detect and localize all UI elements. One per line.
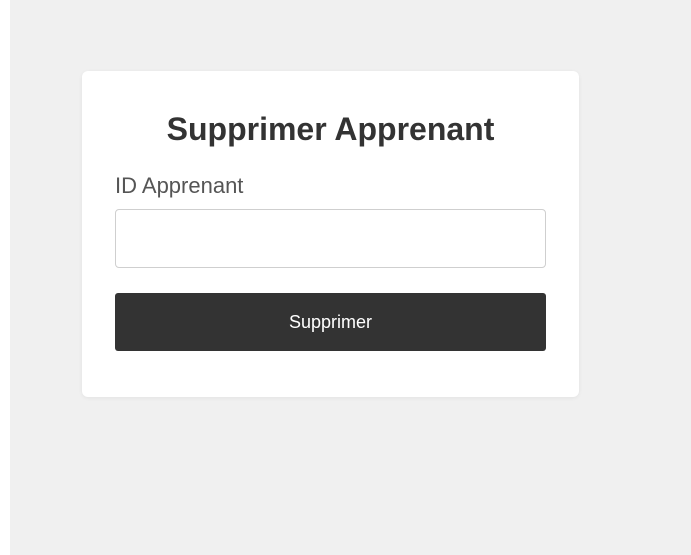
id-apprenant-input[interactable] bbox=[115, 209, 546, 268]
page-background: Supprimer Apprenant ID Apprenant Supprim… bbox=[10, 0, 691, 555]
supprimer-button[interactable]: Supprimer bbox=[115, 293, 546, 351]
id-apprenant-label: ID Apprenant bbox=[115, 173, 244, 198]
form-title: Supprimer Apprenant bbox=[166, 111, 495, 147]
delete-learner-form-card: Supprimer Apprenant ID Apprenant Supprim… bbox=[82, 71, 579, 397]
